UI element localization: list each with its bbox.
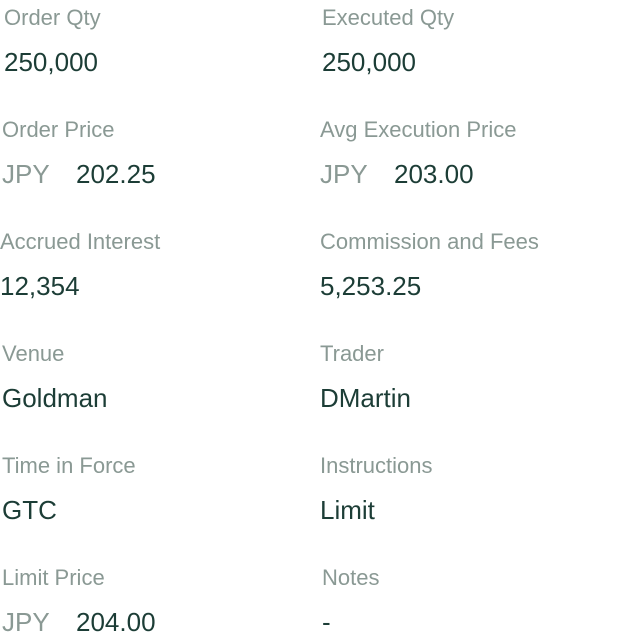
- limit-price-amount: 204.00: [76, 607, 156, 637]
- limit-price-value: JPY 204.00: [2, 605, 156, 639]
- venue-label: Venue: [2, 341, 65, 366]
- executed-qty-label: Executed Qty: [322, 5, 455, 30]
- notes-label: Notes: [322, 565, 380, 590]
- accrued-interest-value: 12,354: [0, 271, 80, 301]
- instructions-value: Limit: [320, 495, 375, 525]
- order-qty-value: 250,000: [4, 47, 98, 77]
- executed-qty-value: 250,000: [322, 47, 416, 77]
- order-qty-label: Order Qty: [4, 5, 101, 30]
- time-in-force-value: GTC: [2, 495, 57, 525]
- accrued-interest-label: Accrued Interest: [0, 229, 161, 254]
- avg-execution-price-amount: 203.00: [394, 159, 474, 189]
- trader-label: Trader: [320, 341, 384, 366]
- order-price-currency: JPY: [2, 159, 50, 189]
- venue-value: Goldman: [2, 383, 108, 413]
- notes-value: -: [322, 607, 331, 637]
- commission-fees-value: 5,253.25: [320, 271, 422, 301]
- order-price-label: Order Price: [2, 117, 115, 142]
- order-price-amount: 202.25: [76, 159, 156, 189]
- avg-execution-price-label: Avg Execution Price: [320, 117, 517, 142]
- avg-execution-price-value: JPY 203.00: [320, 157, 474, 191]
- commission-fees-label: Commission and Fees: [320, 229, 539, 254]
- limit-price-label: Limit Price: [2, 565, 105, 590]
- avg-execution-price-currency: JPY: [320, 159, 368, 189]
- order-price-value: JPY 202.25: [2, 157, 156, 191]
- time-in-force-label: Time in Force: [2, 453, 136, 478]
- instructions-label: Instructions: [320, 453, 433, 478]
- limit-price-currency: JPY: [2, 607, 50, 637]
- trader-value: DMartin: [320, 383, 412, 413]
